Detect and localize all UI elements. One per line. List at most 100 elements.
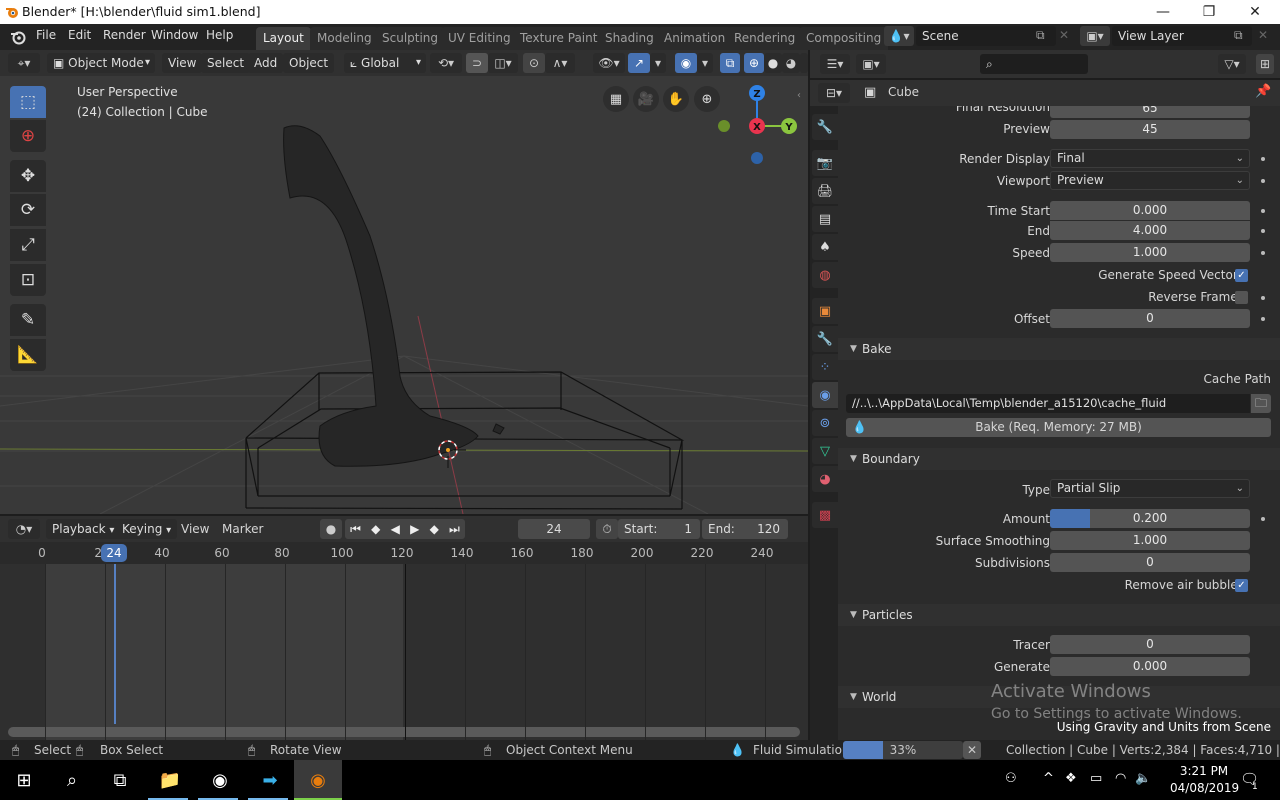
remove-air-bubbles-checkbox[interactable]: ✓ [1235, 579, 1248, 592]
rotate-tool[interactable]: ⟳ [10, 194, 46, 226]
shading-solid-icon[interactable]: ● [764, 53, 782, 73]
render-display-select[interactable]: Final ⌄ [1050, 149, 1250, 168]
pan-view-button[interactable]: ✋ [663, 86, 689, 112]
zoom-view-button[interactable]: ⊕ [694, 86, 720, 112]
surface-smoothing-field[interactable]: 1.000 [1050, 531, 1250, 550]
proportional-editing-icon[interactable]: ⊙ [523, 53, 545, 73]
xray-toggle-icon[interactable]: ⧉ [720, 53, 740, 73]
transform-orientation-selector[interactable]: ⟀ Global ▾ [344, 53, 426, 73]
menu-render[interactable]: Render [103, 28, 146, 42]
new-view-layer-icon[interactable]: ⧉ [1234, 28, 1243, 43]
cursor-tool[interactable]: ⊕ [10, 120, 46, 152]
delete-scene-icon[interactable]: ✕ [1059, 28, 1069, 42]
timeline-area[interactable] [0, 564, 808, 740]
menu-select[interactable]: Select [201, 53, 251, 73]
play-icon[interactable]: ▶ [410, 522, 419, 536]
prev-keyframe-icon[interactable]: ◆ [371, 522, 380, 536]
dropbox-icon[interactable]: ❖ [1065, 771, 1077, 786]
menu-keying[interactable]: Keying ▾ [116, 519, 178, 539]
blender-menu-icon[interactable] [10, 29, 26, 45]
final-resolution-field[interactable]: 65 [1050, 106, 1250, 118]
clock-time[interactable]: 3:21 PM [1170, 764, 1238, 778]
snap-target-icon[interactable]: ◫▾ [488, 53, 518, 73]
tab-uv-editing[interactable]: UV Editing [441, 27, 518, 50]
menu-help[interactable]: Help [206, 28, 233, 42]
boundary-panel-header[interactable]: ▼ Boundary [838, 448, 1280, 470]
sidebar-toggle-icon[interactable]: ‹ [797, 90, 801, 101]
time-end-field[interactable]: 4.000 [1050, 221, 1250, 240]
timeline-scrollbar[interactable] [8, 727, 800, 737]
generate-field[interactable]: 0.000 [1050, 657, 1250, 676]
scene-name-field[interactable]: Scene [916, 26, 1056, 46]
subdivisions-field[interactable]: 0 [1050, 553, 1250, 572]
pivot-point-icon[interactable]: ⟲▾ [430, 53, 462, 73]
tab-texture-paint[interactable]: Texture Paint [513, 27, 605, 50]
overlays-toggle-icon[interactable]: ◉ [675, 53, 697, 73]
search-button[interactable]: ⌕ [48, 760, 96, 800]
file-explorer-button[interactable]: 📁 [146, 760, 194, 800]
view-layer-tab[interactable]: ▤ [812, 206, 838, 232]
physics-tab[interactable]: ◉ [812, 382, 838, 408]
overlays-options-chevron-icon[interactable]: ▾ [697, 53, 713, 73]
current-frame-field[interactable]: 24 [518, 519, 590, 539]
record-button[interactable]: ● [320, 519, 342, 539]
tool-tab[interactable]: 🔧 [812, 114, 838, 140]
jump-start-icon[interactable]: ⏮ [350, 522, 361, 537]
preview-range-toggle[interactable]: ⏱ [596, 519, 618, 539]
battery-icon[interactable]: ▭ [1090, 771, 1102, 786]
tab-modeling[interactable]: Modeling [310, 27, 379, 50]
shading-material-icon[interactable]: ◕ [782, 53, 800, 73]
gizmo-toggle-icon[interactable]: ↗ [628, 53, 650, 73]
shading-wireframe-icon[interactable]: ⊕ [744, 53, 764, 73]
display-mode-icon[interactable]: ▣▾ [856, 54, 886, 74]
end-frame-field[interactable]: End: 120 [702, 519, 788, 539]
move-tool[interactable]: ✥ [10, 160, 46, 192]
animate-property-dot[interactable] [1261, 157, 1265, 161]
animate-property-dot[interactable] [1261, 517, 1265, 521]
pin-icon[interactable]: 📌 [1255, 84, 1271, 99]
jump-end-icon[interactable]: ⏭ [449, 522, 460, 537]
object-tab[interactable]: ▣ [812, 298, 838, 324]
clock-date[interactable]: 04/08/2019 [1170, 781, 1239, 795]
new-collection-icon[interactable]: ⊞ [1256, 54, 1274, 74]
particles-panel-header[interactable]: ▼ Particles [838, 604, 1280, 626]
wifi-icon[interactable]: ◠ [1115, 771, 1126, 786]
menu-edit[interactable]: Edit [68, 28, 91, 42]
mode-selector[interactable]: ▣ Object Mode ▾ [47, 53, 155, 73]
scene-selector-icon[interactable]: 💧▾ [884, 26, 914, 46]
minimize-button[interactable]: — [1140, 0, 1186, 24]
tab-rendering[interactable]: Rendering [727, 27, 803, 50]
toggle-perspective-button[interactable]: ▦ [603, 86, 629, 112]
snap-toggle-icon[interactable]: ⊃ [466, 53, 488, 73]
offset-field[interactable]: 0 [1050, 309, 1250, 328]
outliner-search-input[interactable]: ⌕ [980, 54, 1088, 74]
amount-slider[interactable]: 0.200 [1050, 509, 1250, 528]
start-button[interactable]: ⊞ [0, 760, 48, 800]
camera-view-button[interactable]: 🎥 [633, 86, 659, 112]
timeline-editor-type-icon[interactable]: ◔▾ [8, 519, 40, 539]
menu-file[interactable]: File [36, 28, 56, 42]
menu-view[interactable]: View [162, 53, 203, 73]
material-tab[interactable]: ◕ [812, 466, 838, 492]
modifiers-tab[interactable]: 🔧 [812, 326, 838, 352]
animate-property-dot[interactable] [1261, 179, 1265, 183]
timeline-ruler[interactable]: 02040608010012014016018020022024024 [0, 542, 808, 564]
bake-panel-header[interactable]: ▼ Bake [838, 338, 1280, 360]
preview-resolution-field[interactable]: 45 [1050, 120, 1250, 139]
boundary-type-select[interactable]: Partial Slip ⌄ [1050, 479, 1250, 498]
scene-tab[interactable]: ♠ [812, 234, 838, 260]
animate-property-dot[interactable] [1261, 251, 1265, 255]
tracer-field[interactable]: 0 [1050, 635, 1250, 654]
cancel-job-button[interactable]: ✕ [963, 741, 981, 759]
timeline-menu-marker[interactable]: Marker [222, 522, 263, 536]
tab-shading[interactable]: Shading [598, 27, 661, 50]
annotate-tool[interactable]: ✎ [10, 304, 46, 336]
playhead-handle[interactable]: 24 [101, 544, 127, 562]
outliner-editor-type-icon[interactable]: ☰▾ [820, 54, 850, 74]
view-layer-field[interactable]: View Layer [1112, 26, 1252, 46]
cache-path-input[interactable]: //..\..\AppData\Local\Temp\blender_a1512… [846, 394, 1250, 413]
people-icon[interactable]: ⚇ [1005, 771, 1017, 786]
visibility-selectability-icon[interactable]: 👁▾ [593, 53, 625, 73]
gizmo-options-chevron-icon[interactable]: ▾ [650, 53, 666, 73]
time-start-field[interactable]: 0.000 [1050, 201, 1250, 220]
